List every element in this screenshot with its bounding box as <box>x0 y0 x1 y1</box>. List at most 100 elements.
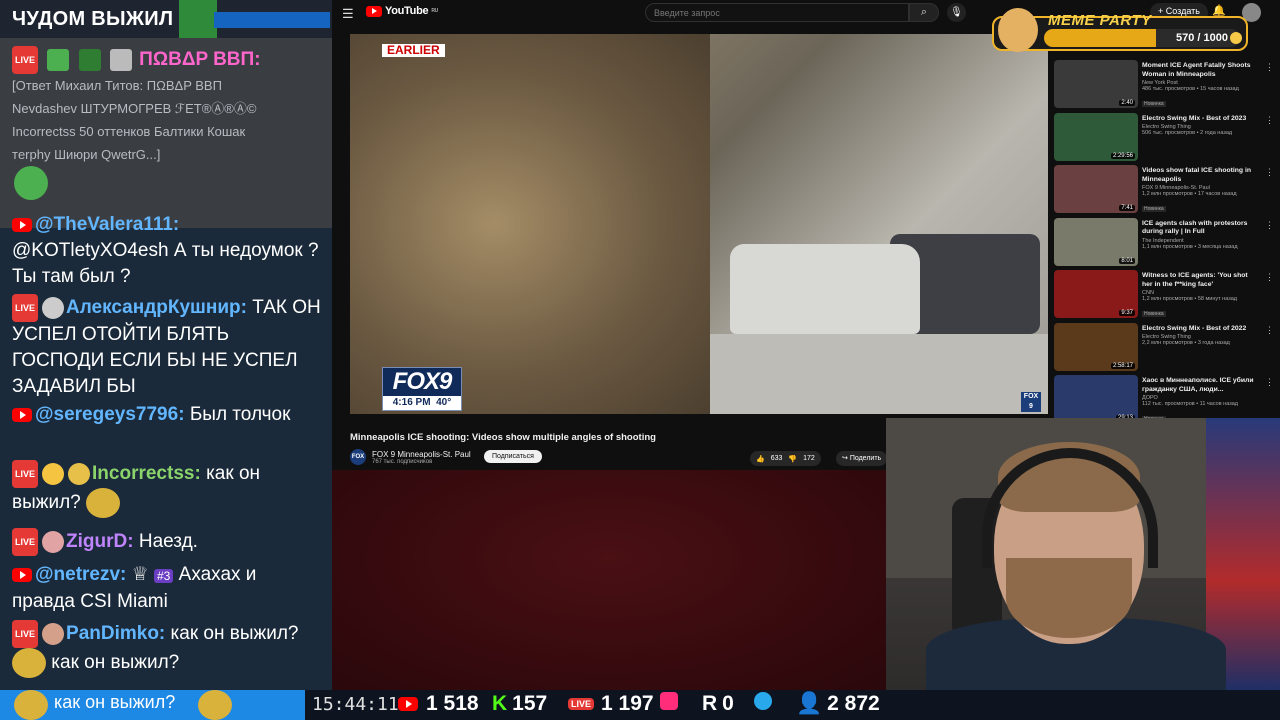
fox9-logo: FOX9 <box>392 368 453 395</box>
menu-icon[interactable]: ☰ <box>342 6 354 22</box>
more-options-icon[interactable]: ⋮ <box>1265 115 1274 126</box>
suggestion-thumbnail[interactable]: 7:41 <box>1054 165 1138 213</box>
youtube-icon <box>398 697 418 711</box>
wolf-emote-icon <box>42 297 65 319</box>
earlier-banner: EARLIER <box>382 44 445 57</box>
suggestion-thumbnail[interactable]: 2:29:56 <box>1054 112 1138 161</box>
vk-viewers: LIVE 1 197 <box>568 692 654 716</box>
suggestion-title[interactable]: Videos show fatal ICE shooting in Minnea… <box>1142 167 1260 184</box>
play-icon <box>660 692 678 710</box>
search-button[interactable]: ⌕ <box>909 3 939 22</box>
cry-emote-icon <box>86 488 121 518</box>
more-options-icon[interactable]: ⋮ <box>1265 325 1274 336</box>
chat-text: как он выжил? <box>170 623 299 645</box>
kick-viewers: K 157 <box>492 692 548 715</box>
like-count: 633 <box>770 455 783 462</box>
suggestion-title[interactable]: Moment ICE Agent Fatally Shoots Woman in… <box>1142 62 1260 79</box>
suggestion-title[interactable]: ICE agents clash with protestors during … <box>1142 220 1260 237</box>
clock: 15:44:11 <box>312 694 399 715</box>
fox9-time: 4:16 PM 40° <box>383 396 461 410</box>
suggestion-thumbnail[interactable]: 29:13 <box>1054 375 1138 423</box>
suggestion-meta: 2,2 млн просмотров • 3 года назад <box>1142 340 1230 346</box>
suggestion-info: Moment ICE Agent Fatally Shoots Woman in… <box>1142 62 1260 110</box>
cry-emote-icon <box>12 648 46 678</box>
rutube-viewers: R0 <box>702 692 734 715</box>
user-icon: 👤 <box>796 692 823 715</box>
chat-text: Был толчок <box>189 404 291 425</box>
share-button[interactable]: ↪ Поделить <box>836 451 888 466</box>
kick-icon: K <box>492 692 508 715</box>
youtube-logo[interactable]: YouTube RU <box>366 5 438 17</box>
suggestion-meta: 1,1 млн просмотров • 3 месяца назад <box>1142 243 1238 250</box>
video-player[interactable]: EARLIER FOX9 4:16 PM 40° FOX 9 <box>350 34 1048 414</box>
video-white-car <box>730 244 920 334</box>
chat-text: @KOTletyXO4esh А ты недоумок ? Ты там бы… <box>12 240 319 287</box>
chat-text: Наезд. <box>138 531 198 553</box>
suggestion-item[interactable]: 2:29:56 Electro Swing Mix - Best of 2023 E… <box>1052 111 1274 164</box>
total-viewers: 👤 2 872 <box>796 692 880 715</box>
more-options-icon[interactable]: ⋮ <box>1265 377 1274 388</box>
share-icon: ↪ <box>842 455 850 462</box>
suggestion-title[interactable]: Electro Swing Mix - Best of 2022 <box>1142 325 1260 334</box>
channel-avatar[interactable]: FOX <box>350 449 366 465</box>
chat-message: @seregeys7796: Был толчок <box>12 402 324 428</box>
youtube-page: ☰ YouTube RU Введите запрос ⌕ 🎙 + Создат… <box>332 0 1280 470</box>
chat-nick: @seregeys7796: <box>35 404 185 425</box>
live-badge-icon: LIVE <box>12 528 39 556</box>
suggestion-item[interactable]: 2:58:17 Electro Swing Mix - Best of 2022 E… <box>1052 321 1274 374</box>
cry-emote-icon <box>68 463 91 485</box>
rutube-icon: R <box>702 692 718 715</box>
suggestion-info: ICE agents clash with protestors during … <box>1142 220 1260 250</box>
more-options-icon[interactable]: ⋮ <box>1265 62 1274 73</box>
suggestion-item[interactable]: 8:01 ICE agents clash with protestors dur… <box>1052 216 1274 269</box>
webcam-feed <box>886 418 1280 690</box>
chat-header-bar <box>214 12 330 28</box>
coin-icon <box>1230 32 1242 44</box>
video-tree <box>350 34 710 414</box>
trovo-icon-group <box>660 692 678 710</box>
youtube-logo-text: YouTube <box>385 5 429 17</box>
like-dislike-group[interactable]: 👍 633 👎 172 <box>750 451 821 466</box>
channel-name[interactable]: FOX 9 Minneapolis-St. Paul <box>372 450 471 459</box>
dislike-count: 172 <box>803 455 815 462</box>
more-options-icon[interactable]: ⋮ <box>1265 167 1274 178</box>
suggestion-title[interactable]: Witness to ICE agents: 'You shot her in … <box>1142 272 1260 289</box>
suggestion-duration: 2:29:56 <box>1110 152 1135 159</box>
like-icon[interactable]: 👍 <box>756 455 765 463</box>
chat-nick: АлександрКушнир: <box>66 297 247 319</box>
suggestion-meta: 486 тыс. просмотров • 15 часов назад <box>1142 86 1239 92</box>
more-options-icon[interactable]: ⋮ <box>1265 220 1274 231</box>
suggestion-title[interactable]: Хаос в Миннеаполисе. ICE убили гражданку… <box>1142 377 1260 394</box>
dislike-icon[interactable]: 👎 <box>788 455 797 463</box>
suggestion-item[interactable]: 9:37 Witness to ICE agents: 'You shot her… <box>1052 268 1274 321</box>
telegram-icon <box>754 692 772 710</box>
suggestion-duration: 2:40 <box>1119 100 1135 106</box>
suggestion-thumbnail[interactable]: 8:01 <box>1054 217 1138 266</box>
live-badge-icon: LIVE <box>12 46 39 74</box>
subscribe-button[interactable]: Подписаться <box>484 450 542 463</box>
more-options-icon[interactable]: ⋮ <box>1265 272 1274 283</box>
chat-nick: @TheValera111: <box>35 214 180 235</box>
search-input[interactable]: Введите запрос <box>645 3 909 22</box>
suggestion-item[interactable]: 2:40 Moment ICE Agent Fatally Shoots Woma… <box>1052 58 1274 111</box>
new-badge: Новинка <box>1142 101 1166 107</box>
meme-party-widget: MEME PARTY 570 / 1000 <box>992 8 1248 52</box>
webcam-beard <box>1006 558 1132 638</box>
beer-emote-icon <box>42 463 65 485</box>
suggestion-info: Electro Swing Mix - Best of 2022 Electro … <box>1142 325 1260 347</box>
suggestion-info: Electro Swing Mix - Best of 2023 Electro … <box>1142 115 1260 137</box>
live-badge-icon: LIVE <box>12 294 39 322</box>
chat-last-line: как он выжил? <box>0 690 305 720</box>
gift-emote-icon <box>78 49 101 71</box>
chat-message: LIVE ZigurD: Наезд. <box>12 528 324 556</box>
channel-subscribers: 767 тыс. подписчиков <box>372 458 433 465</box>
suggestion-thumbnail[interactable]: 2:40 <box>1054 60 1138 108</box>
chat-message: @TheValera111: @KOTletyXO4esh А ты недоу… <box>12 212 324 290</box>
suggestion-thumbnail[interactable]: 9:37 <box>1054 270 1138 318</box>
suggestion-item[interactable]: 7:41 Videos show fatal ICE shooting in Mi… <box>1052 163 1274 216</box>
mic-icon[interactable]: 🎙 <box>947 3 966 22</box>
meme-party-score: 570 / 1000 <box>1176 32 1228 44</box>
suggestion-title[interactable]: Electro Swing Mix - Best of 2023 <box>1142 115 1260 124</box>
suggestion-thumbnail[interactable]: 2:58:17 <box>1054 322 1138 371</box>
crown-icon: ♕ <box>131 564 149 585</box>
